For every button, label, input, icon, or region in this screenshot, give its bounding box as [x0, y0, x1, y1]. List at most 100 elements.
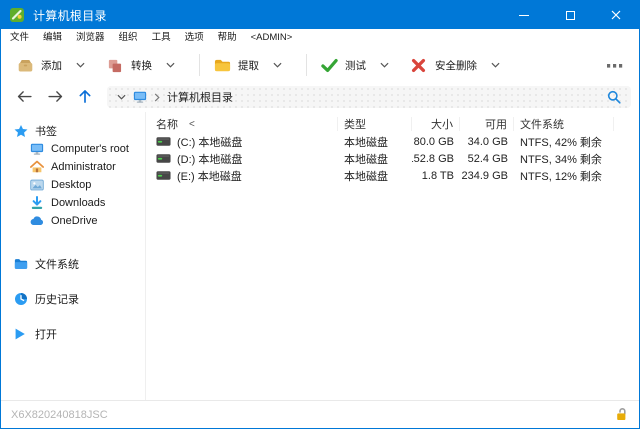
sidebar-item-computers-root[interactable]: Computer's root — [1, 140, 145, 158]
test-check-icon — [321, 58, 338, 73]
sidebar-item-label: Administrator — [51, 161, 116, 173]
secure-delete-dropdown-button[interactable] — [483, 56, 508, 74]
star-icon — [14, 124, 28, 138]
menu-item-file[interactable]: 文件 — [3, 29, 36, 46]
sidebar-item-label: Computer's root — [51, 143, 129, 155]
menu-item-help[interactable]: 帮助 — [211, 29, 244, 46]
close-icon — [611, 10, 621, 20]
file-list-panel: 名称 < 类型 大小 可用 文件系统 (C:) 本地磁盘 本地磁盘 80.0 G… — [146, 112, 639, 400]
drive-free: 52.4 GB — [460, 153, 514, 165]
secure-delete-button-label: 安全删除 — [435, 58, 477, 73]
titlebar: 计算机根目录 — [1, 1, 639, 29]
sidebar-item-file-system[interactable]: 文件系统 — [1, 255, 145, 273]
unlocked-padlock-icon[interactable] — [614, 407, 629, 422]
menu-item-edit[interactable]: 编辑 — [36, 29, 69, 46]
column-header-size[interactable]: 大小 — [412, 117, 460, 131]
column-header-name[interactable]: 名称 < — [146, 117, 338, 131]
maximize-button[interactable] — [547, 1, 593, 29]
hard-drive-icon — [156, 153, 171, 164]
sidebar-item-label: Desktop — [51, 179, 91, 191]
sidebar-item-downloads[interactable]: Downloads — [1, 194, 145, 212]
menu-item-browser[interactable]: 浏览器 — [69, 29, 112, 46]
test-button-label: 测试 — [345, 58, 366, 73]
drive-free: 234.9 GB — [460, 170, 514, 182]
forward-button[interactable] — [42, 88, 69, 106]
drive-type: 本地磁盘 — [338, 134, 412, 150]
sidebar-item-label: 文件系统 — [35, 256, 79, 272]
sidebar-item-label: 打开 — [35, 326, 57, 342]
column-header-free[interactable]: 可用 — [460, 117, 514, 131]
column-header-type[interactable]: 类型 — [338, 117, 412, 131]
drive-name: (D:) 本地磁盘 — [177, 151, 242, 167]
folder-icon — [14, 257, 28, 271]
arrow-left-icon — [17, 91, 32, 102]
desktop-picture-icon — [30, 178, 44, 192]
sidebar-item-administrator[interactable]: Administrator — [1, 158, 145, 176]
table-row-drive-d[interactable]: (D:) 本地磁盘 本地磁盘 152.8 GB 52.4 GB NTFS, 34… — [146, 150, 639, 167]
breadcrumb[interactable]: 计算机根目录 — [107, 86, 631, 108]
search-icon[interactable] — [607, 90, 621, 104]
drive-name: (C:) 本地磁盘 — [177, 134, 242, 150]
arrow-up-icon — [79, 90, 91, 103]
test-button[interactable]: 测试 — [315, 54, 372, 77]
table-row-drive-e[interactable]: (E:) 本地磁盘 本地磁盘 1.8 TB 234.9 GB NTFS, 12%… — [146, 167, 639, 184]
content-area: 书签 Computer's root Administrator Desktop — [1, 112, 639, 400]
toolbar-separator — [199, 54, 200, 76]
minimize-button[interactable] — [501, 1, 547, 29]
toolbar: 添加 转换 提取 测试 — [1, 46, 639, 84]
breadcrumb-location[interactable]: 计算机根目录 — [167, 89, 233, 105]
computer-icon[interactable] — [133, 90, 147, 104]
arrow-right-icon — [48, 91, 63, 102]
column-header-filesystem[interactable]: 文件系统 — [514, 117, 614, 131]
sidebar-item-label: Downloads — [51, 197, 105, 209]
sidebar-item-label: 书签 — [35, 123, 57, 139]
navigation-bar: 计算机根目录 — [1, 84, 639, 112]
menu-item-admin[interactable]: <ADMIN> — [244, 29, 300, 46]
history-clock-icon — [14, 292, 28, 306]
menu-item-organize[interactable]: 组织 — [112, 29, 145, 46]
sidebar-item-open[interactable]: 打开 — [1, 325, 145, 343]
back-button[interactable] — [11, 88, 38, 106]
drive-type: 本地磁盘 — [338, 151, 412, 167]
table-row-drive-c[interactable]: (C:) 本地磁盘 本地磁盘 80.0 GB 34.0 GB NTFS, 42%… — [146, 133, 639, 150]
sidebar-item-desktop[interactable]: Desktop — [1, 176, 145, 194]
drive-type: 本地磁盘 — [338, 168, 412, 184]
close-button[interactable] — [593, 1, 639, 29]
add-dropdown-button[interactable] — [68, 56, 93, 74]
secure-delete-button[interactable]: 安全删除 — [405, 54, 483, 77]
chevron-down-icon — [380, 62, 389, 68]
convert-dropdown-button[interactable] — [158, 56, 183, 74]
menu-item-tools[interactable]: 工具 — [145, 29, 178, 46]
list-header: 名称 < 类型 大小 可用 文件系统 — [146, 115, 639, 133]
chevron-right-icon — [154, 93, 160, 102]
menu-item-options[interactable]: 选项 — [178, 29, 211, 46]
toolbar-overflow-button[interactable] — [601, 56, 629, 75]
chevron-down-icon — [76, 62, 85, 68]
sidebar-item-bookmarks[interactable]: 书签 — [1, 122, 145, 140]
convert-icon — [107, 58, 124, 73]
drive-name: (E:) 本地磁盘 — [177, 168, 242, 184]
monitor-icon — [30, 142, 44, 156]
cloud-icon — [30, 214, 44, 228]
convert-button[interactable]: 转换 — [101, 54, 158, 77]
extract-folder-icon — [214, 58, 231, 73]
test-dropdown-button[interactable] — [372, 56, 397, 74]
sidebar-item-label: 历史记录 — [35, 291, 79, 307]
drive-filesystem: NTFS, 12% 剩余 — [514, 168, 614, 184]
ellipsis-icon — [607, 64, 623, 68]
download-icon — [30, 196, 44, 210]
status-bar: X6X820240818JSC — [1, 400, 639, 428]
sidebar-item-history[interactable]: 历史记录 — [1, 290, 145, 308]
history-dropdown-chevron-icon[interactable] — [117, 94, 126, 100]
window-title: 计算机根目录 — [33, 7, 107, 24]
add-button[interactable]: 添加 — [11, 54, 68, 77]
home-icon — [30, 160, 44, 174]
extract-dropdown-button[interactable] — [265, 56, 290, 74]
app-window: 计算机根目录 文件 编辑 浏览器 组织 工具 选项 帮助 <ADMIN> 添加 — [0, 0, 640, 429]
up-button[interactable] — [73, 88, 97, 107]
convert-button-label: 转换 — [131, 58, 152, 73]
chevron-down-icon — [273, 62, 282, 68]
extract-button[interactable]: 提取 — [208, 54, 265, 77]
sidebar-item-onedrive[interactable]: OneDrive — [1, 212, 145, 230]
drive-filesystem: NTFS, 34% 剩余 — [514, 151, 614, 167]
